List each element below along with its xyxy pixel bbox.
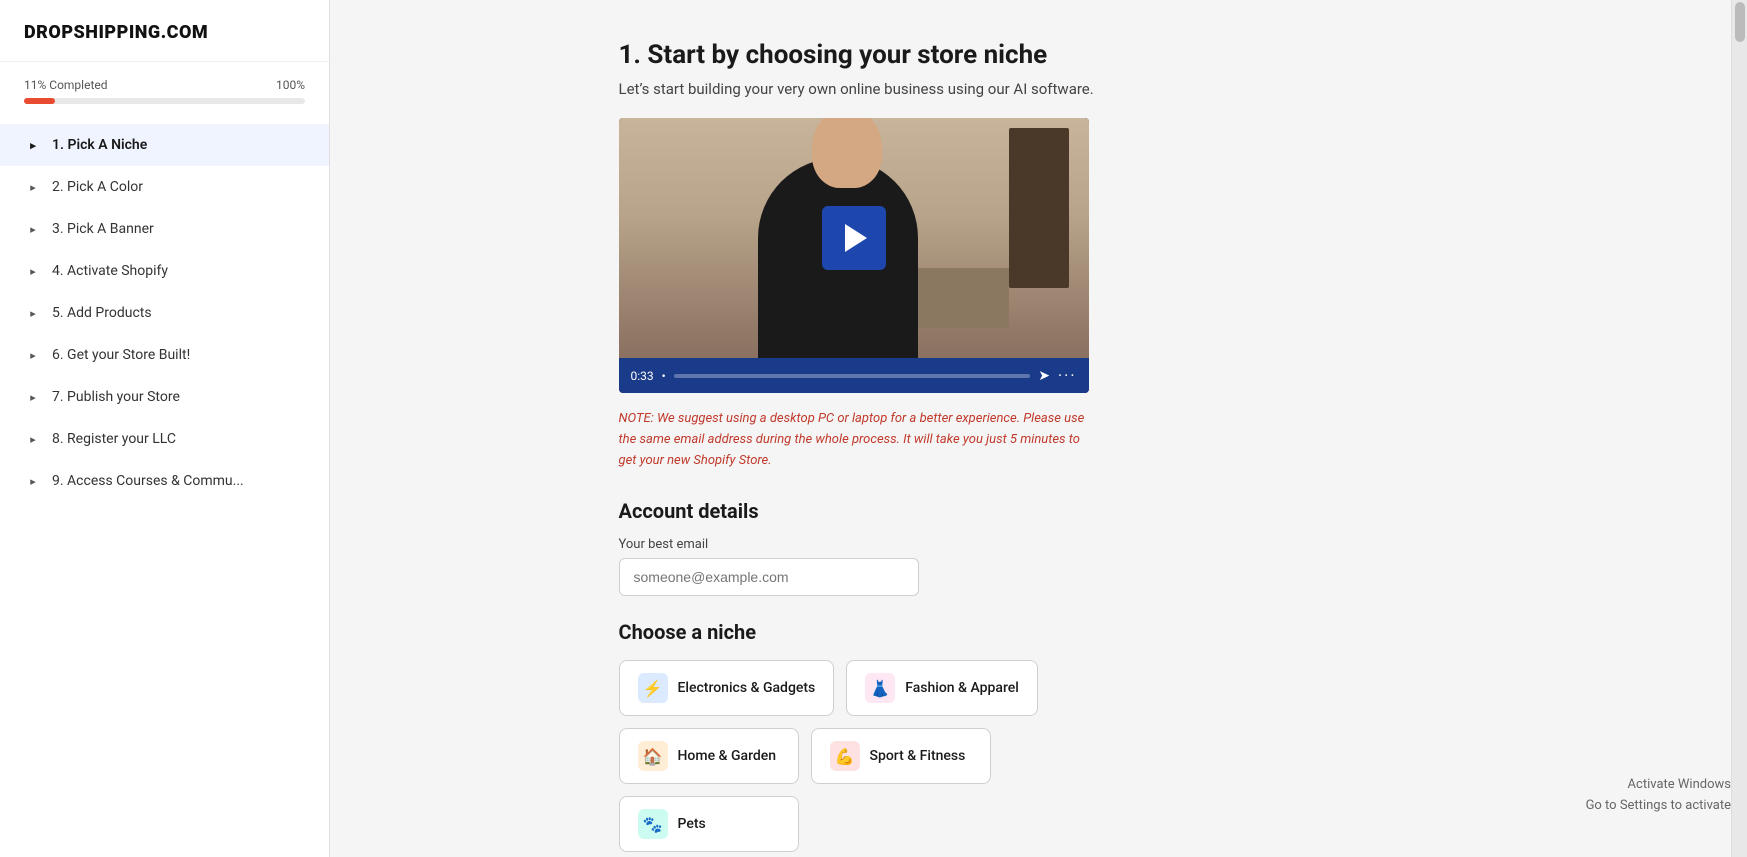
pets-icon: 🐾 — [638, 809, 668, 839]
sidebar-item-activate-shopify[interactable]: ▸ 4. Activate Shopify — [0, 250, 329, 292]
video-controls-bar: 0:33 • ➤ ··· — [619, 358, 1089, 393]
sidebar-item-access-courses[interactable]: ▸ 9. Access Courses & Commu... — [0, 460, 329, 502]
chevron-right-icon: ▸ — [24, 388, 42, 406]
niche-label-pets: Pets — [678, 816, 706, 832]
sidebar-item-pick-niche[interactable]: ▸ 1. Pick A Niche — [0, 124, 329, 166]
niche-label-sport-fitness: Sport & Fitness — [870, 748, 966, 764]
home-garden-icon: 🏠 — [638, 741, 668, 771]
sidebar-item-label: 6. Get your Store Built! — [52, 347, 190, 363]
video-wistia-icon: ➤ — [1038, 368, 1050, 384]
play-triangle-icon — [845, 224, 867, 252]
chevron-right-icon: ▸ — [24, 304, 42, 322]
sidebar-item-label: 9. Access Courses & Commu... — [52, 473, 244, 489]
person-head — [812, 118, 882, 188]
sidebar-item-add-products[interactable]: ▸ 5. Add Products — [0, 292, 329, 334]
video-more-options[interactable]: ··· — [1058, 366, 1077, 385]
video-thumbnail — [619, 118, 1089, 358]
email-input[interactable] — [619, 558, 919, 596]
sport-fitness-icon: 💪 — [830, 741, 860, 771]
video-timestamp: 0:33 — [631, 369, 654, 383]
sidebar-item-register-llc[interactable]: ▸ 8. Register your LLC — [0, 418, 329, 460]
progress-bar-fill — [24, 98, 55, 104]
chevron-right-icon: ▸ — [24, 262, 42, 280]
sidebar-item-pick-banner[interactable]: ▸ 3. Pick A Banner — [0, 208, 329, 250]
video-dot: • — [662, 369, 666, 383]
chevron-right-icon: ▸ — [24, 430, 42, 448]
page-title: 1. Start by choosing your store niche — [619, 40, 1443, 70]
electronics-icon: ⚡ — [638, 673, 668, 703]
play-button[interactable] — [822, 206, 886, 270]
main-content: 1. Start by choosing your store niche Le… — [571, 0, 1491, 857]
office-shelf-decoration — [1009, 128, 1069, 288]
niche-card-pets[interactable]: 🐾 Pets — [619, 796, 799, 852]
niche-card-sport-fitness[interactable]: 💪 Sport & Fitness — [811, 728, 991, 784]
main-scroll-area: 1. Start by choosing your store niche Le… — [330, 0, 1731, 857]
sidebar-item-label: 4. Activate Shopify — [52, 263, 168, 279]
email-field-label: Your best email — [619, 537, 1443, 552]
chevron-right-icon: ▸ — [24, 136, 42, 154]
niche-section-heading: Choose a niche — [619, 620, 1443, 644]
video-progress-bar[interactable] — [674, 374, 1031, 378]
progress-section: 11% Completed 100% — [0, 62, 329, 116]
scrollbar-area[interactable] — [1731, 0, 1747, 857]
niche-label-electronics: Electronics & Gadgets — [678, 680, 816, 696]
sidebar-item-pick-color[interactable]: ▸ 2. Pick A Color — [0, 166, 329, 208]
sidebar-item-label: 3. Pick A Banner — [52, 221, 154, 237]
chevron-right-icon: ▸ — [24, 178, 42, 196]
account-section-heading: Account details — [619, 499, 1443, 523]
sidebar-item-label: 8. Register your LLC — [52, 431, 176, 447]
scrollbar-thumb[interactable] — [1735, 2, 1745, 42]
progress-completed-label: 11% Completed — [24, 78, 108, 92]
niche-grid: ⚡ Electronics & Gadgets 👗 Fashion & Appa… — [619, 660, 1139, 852]
sidebar-item-get-store-built[interactable]: ▸ 6. Get your Store Built! — [0, 334, 329, 376]
progress-bar-background — [24, 98, 305, 104]
sidebar-item-label: 2. Pick A Color — [52, 179, 143, 195]
note-text: NOTE: We suggest using a desktop PC or l… — [619, 409, 1089, 471]
niche-label-home-garden: Home & Garden — [678, 748, 777, 764]
progress-total-label: 100% — [276, 78, 305, 92]
sidebar: DROPSHIPPING.COM 11% Completed 100% ▸ 1.… — [0, 0, 330, 857]
sidebar-item-label: 5. Add Products — [52, 305, 152, 321]
sidebar-nav: ▸ 1. Pick A Niche ▸ 2. Pick A Color ▸ 3.… — [0, 116, 329, 510]
video-player[interactable]: 0:33 • ➤ ··· — [619, 118, 1089, 393]
niche-card-electronics[interactable]: ⚡ Electronics & Gadgets — [619, 660, 835, 716]
fashion-icon: 👗 — [865, 673, 895, 703]
sidebar-item-publish-store[interactable]: ▸ 7. Publish your Store — [0, 376, 329, 418]
chevron-right-icon: ▸ — [24, 346, 42, 364]
chevron-right-icon: ▸ — [24, 472, 42, 490]
niche-card-home-garden[interactable]: 🏠 Home & Garden — [619, 728, 799, 784]
sidebar-item-label: 7. Publish your Store — [52, 389, 180, 405]
niche-card-fashion[interactable]: 👗 Fashion & Apparel — [846, 660, 1038, 716]
sidebar-item-label: 1. Pick A Niche — [52, 137, 147, 153]
app-logo: DROPSHIPPING.COM — [0, 0, 329, 62]
chevron-right-icon: ▸ — [24, 220, 42, 238]
page-subtitle: Let’s start building your very own onlin… — [619, 80, 1443, 98]
niche-label-fashion: Fashion & Apparel — [905, 680, 1019, 696]
